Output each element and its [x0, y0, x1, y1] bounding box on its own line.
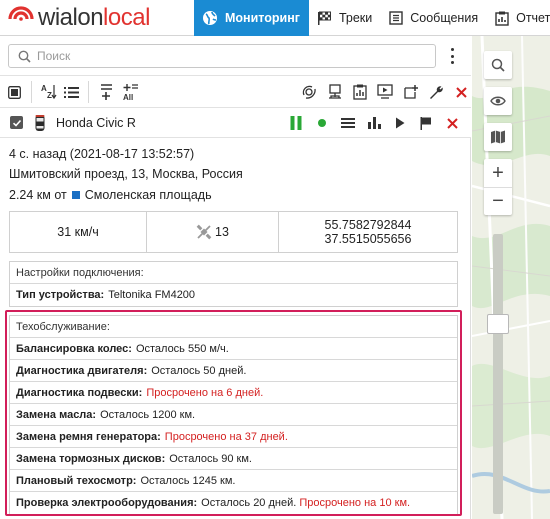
app-logo[interactable]: wialonlocal [6, 4, 150, 32]
list-view-icon[interactable] [62, 81, 81, 103]
nav-monitoring[interactable]: Мониторинг [194, 0, 309, 36]
logo-mark-icon [6, 5, 36, 31]
eye-icon [490, 95, 506, 107]
search-input[interactable] [37, 49, 417, 63]
map-visibility-button[interactable] [484, 87, 512, 115]
select-all-checkbox-icon[interactable] [5, 81, 24, 103]
nav-reports[interactable]: Отчеты [487, 0, 550, 36]
map-controls: + − [484, 51, 512, 215]
unit-row[interactable]: Honda Civic R [0, 108, 471, 138]
latitude-value: 55.7582792844 [324, 218, 412, 232]
nav-messages-label: Сообщения [410, 11, 479, 25]
unit-name: Honda Civic R [56, 115, 136, 130]
geofence-square-icon [71, 191, 80, 199]
toolbar-divider [31, 81, 33, 103]
globe-icon [202, 10, 218, 26]
unit-checkbox[interactable] [10, 116, 23, 129]
nav-messages[interactable]: Сообщения [381, 0, 487, 36]
coordinates-cell: 55.7582792844 37.5515055656 [279, 212, 457, 252]
send-command-flag-icon[interactable] [413, 112, 439, 134]
device-settings-icon[interactable] [325, 81, 344, 103]
add-geofence-icon[interactable] [401, 81, 420, 103]
nav-reports-label: Отчеты [516, 11, 550, 25]
nav-tracks-label: Треки [338, 11, 373, 25]
unit-status-bar-icon[interactable] [283, 112, 309, 134]
device-type-row: Тип устройства: Teltonika FM4200 [10, 284, 457, 306]
unit-address: Шмитовский проезд, 13, Москва, Россия [9, 167, 243, 181]
add-to-list-icon[interactable] [96, 81, 115, 103]
logo-text: wialonlocal [38, 4, 150, 31]
zoom-slider-track[interactable] [493, 234, 503, 514]
online-status-icon [309, 112, 335, 134]
maintenance-highlight-frame [5, 310, 462, 516]
zoom-slider-handle[interactable] [487, 314, 509, 334]
map-panel[interactable]: + − [472, 36, 550, 519]
distance-line: 2.24 км от Смоленская площадь [9, 188, 212, 202]
stats-box: 31 км/ч 13 55.7582792844 37.5515055656 [9, 211, 458, 253]
zoom-control: + − [484, 159, 512, 215]
last-message-time: 4 с. назад (2021-08-17 13:52:57) [9, 147, 195, 161]
zoom-in-button[interactable]: + [484, 159, 512, 187]
search-icon [491, 58, 505, 72]
satellites-cell: 13 [147, 212, 279, 252]
unit-report-icon[interactable] [361, 112, 387, 134]
app-header: wialonlocal Мониторинг Треки Сообщения О… [0, 0, 550, 36]
distance-value: 2.24 км от [9, 188, 67, 202]
search-row [0, 36, 471, 76]
device-type-label: Тип устройства: [16, 289, 105, 301]
connection-settings-title: Настройки подключения: [10, 262, 457, 284]
ping-unit-icon[interactable] [300, 81, 319, 103]
sort-az-icon[interactable]: AZ [39, 81, 58, 103]
toolbar-divider [87, 81, 89, 103]
car-icon [35, 114, 45, 132]
video-player-icon[interactable] [376, 81, 395, 103]
more-options-icon[interactable] [446, 48, 458, 64]
checkered-flag-icon [317, 11, 332, 25]
distance-place: Смоленская площадь [84, 188, 212, 202]
main-nav: Мониторинг Треки Сообщения Отчеты [194, 0, 550, 36]
nav-monitoring-label: Мониторинг [225, 11, 300, 25]
device-type-value: Teltonika FM4200 [108, 289, 196, 301]
connection-settings-section: Настройки подключения: Тип устройства: T… [9, 261, 458, 307]
unit-properties-icon[interactable] [335, 112, 361, 134]
longitude-value: 37.5515055656 [324, 232, 412, 246]
map-layers-button[interactable] [484, 123, 512, 151]
svg-text:Z: Z [47, 91, 52, 100]
satellites-count: 13 [215, 225, 229, 239]
speed-value: 31 км/ч [57, 225, 99, 239]
search-box [8, 44, 436, 68]
unit-actions [283, 112, 465, 134]
unit-info-panel: 4 с. назад (2021-08-17 13:52:57) Шмитовс… [0, 138, 471, 519]
search-icon [18, 50, 31, 63]
add-all-icon[interactable]: All [120, 81, 139, 103]
reports-icon [495, 11, 509, 26]
wrench-icon[interactable] [426, 81, 445, 103]
map-icon [490, 130, 506, 144]
remove-all-icon[interactable] [452, 81, 471, 103]
speed-cell: 31 км/ч [10, 212, 147, 252]
list-toolbar: AZ All [0, 77, 471, 108]
play-track-icon[interactable] [387, 112, 413, 134]
zoom-out-button[interactable]: − [484, 187, 512, 215]
satellite-icon [196, 224, 212, 240]
messages-icon [389, 11, 403, 25]
nav-tracks[interactable]: Треки [309, 0, 381, 36]
svg-text:All: All [123, 93, 133, 102]
reports-template-icon[interactable] [350, 81, 369, 103]
remove-unit-icon[interactable] [439, 112, 465, 134]
map-search-button[interactable] [484, 51, 512, 79]
